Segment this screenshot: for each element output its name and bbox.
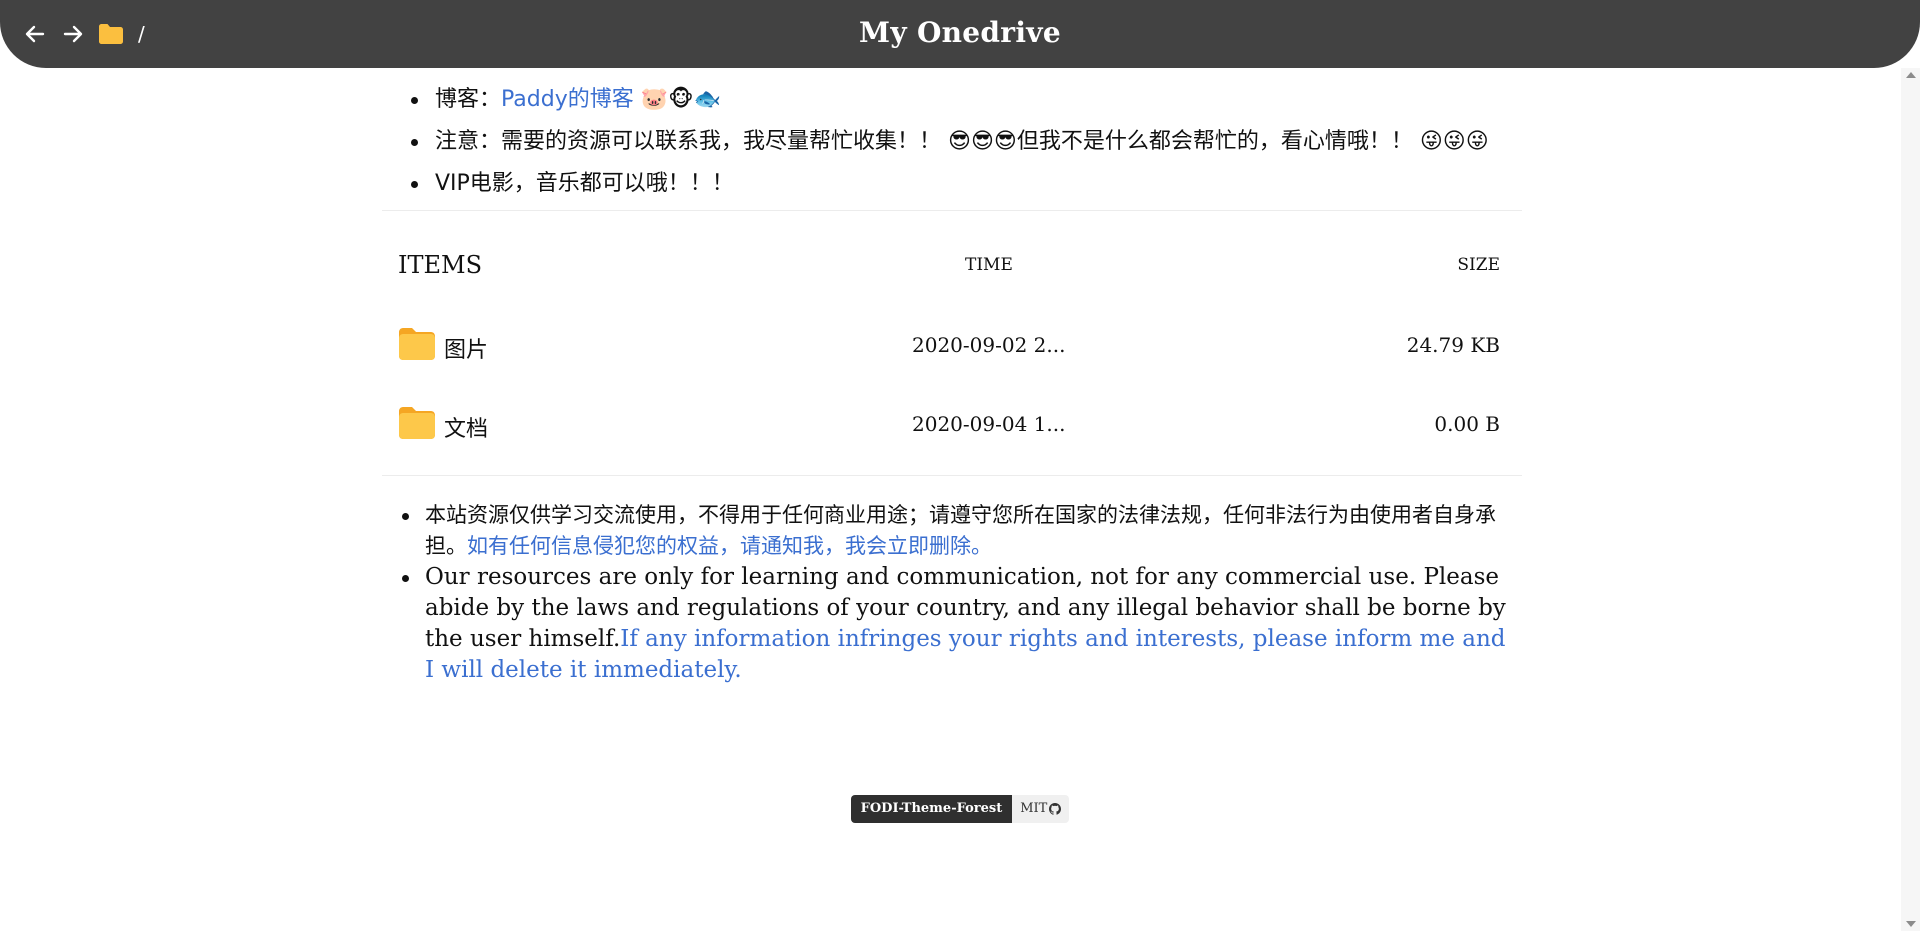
disclaimer-zh-link[interactable]: 如有任何信息侵犯您的权益，请通知我，我会立即删除。 [467, 534, 992, 558]
table-row[interactable]: 文档 2020-09-04 1... 0.00 B [382, 396, 1522, 454]
note-text-2: 但我不是什么都会帮忙的，看心情哦！！ [1016, 129, 1413, 154]
scroll-down-arrow-icon[interactable] [1906, 921, 1916, 927]
note-emojis-tongue: 😜😜😜 [1419, 129, 1489, 154]
disclaimer-en: Our resources are only for learning and … [382, 562, 1507, 686]
blog-link[interactable]: Paddy的博客 [501, 87, 634, 112]
table-row[interactable]: 图片 2020-09-02 2... 24.79 KB [382, 317, 1522, 375]
list-item-note: 注意：需要的资源可以联系我，我尽量帮忙收集！！ 😎😎😎但我不是什么都会帮忙的，看… [382, 126, 1522, 157]
main-content: 博客：Paddy的博客 🐷🐵🐟 注意：需要的资源可以联系我，我尽量帮忙收集！！ … [382, 68, 1522, 686]
badge-license: MIT [1012, 795, 1070, 823]
note-emojis-cool: 😎😎😎 [948, 129, 1017, 154]
theme-badge[interactable]: FODI-Theme-Forest MIT [850, 795, 1070, 823]
github-icon [1049, 803, 1062, 815]
header-time[interactable]: TIME [965, 255, 1013, 275]
file-size: 24.79 KB [1406, 333, 1500, 357]
file-time: 2020-09-04 1... [912, 412, 1066, 436]
divider-bottom [382, 475, 1522, 476]
list-item-blog: 博客：Paddy的博客 🐷🐵🐟 [382, 84, 1522, 115]
note-text: 注意：需要的资源可以联系我，我尽量帮忙收集！！ [435, 129, 942, 154]
scroll-up-arrow-icon[interactable] [1906, 72, 1916, 78]
file-list: ITEMS TIME SIZE 图片 2020-09-02 2... 24.79… [382, 211, 1522, 475]
site-title: My Onedrive [859, 16, 1061, 49]
footer: FODI-Theme-Forest MIT [0, 795, 1920, 823]
blog-label: 博客： [435, 87, 502, 112]
readme-header-list: 博客：Paddy的博客 🐷🐵🐟 注意：需要的资源可以联系我，我尽量帮忙收集！！ … [382, 84, 1522, 199]
badge-license-text: MIT [1020, 801, 1048, 816]
header-size[interactable]: SIZE [1457, 255, 1500, 275]
list-header: ITEMS TIME SIZE [382, 251, 1522, 281]
header-items[interactable]: ITEMS [398, 251, 482, 279]
top-bar: / My Onedrive [0, 0, 1920, 68]
file-size: 0.00 B [1434, 412, 1500, 436]
file-name: 图片 [444, 338, 489, 363]
folder-icon [399, 328, 435, 360]
disclaimer-list: 本站资源仅供学习交流使用，不得用于任何商业用途；请遵守您所在国家的法律法规，任何… [382, 500, 1522, 686]
list-item-vip: VIP电影，音乐都可以哦！！！ [382, 168, 1522, 199]
file-time: 2020-09-02 2... [912, 333, 1066, 357]
disclaimer-zh: 本站资源仅供学习交流使用，不得用于任何商业用途；请遵守您所在国家的法律法规，任何… [382, 500, 1507, 562]
file-name: 文档 [444, 417, 489, 442]
folder-icon [399, 407, 435, 439]
badge-theme-name: FODI-Theme-Forest [850, 795, 1013, 823]
blog-emojis: 🐷🐵🐟 [640, 87, 721, 112]
vip-text: VIP电影，音乐都可以哦！！！ [435, 171, 734, 196]
